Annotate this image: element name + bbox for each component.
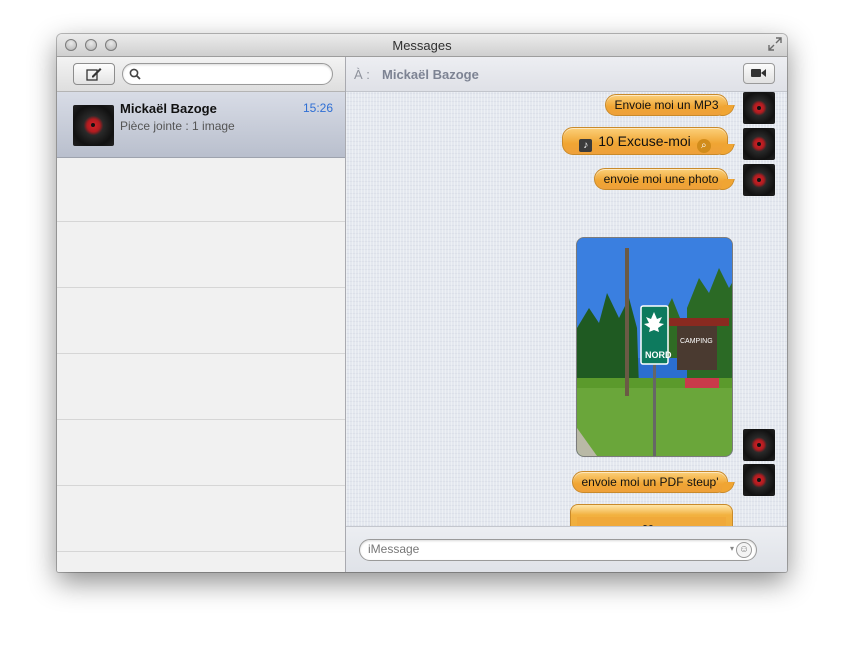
list-divider (57, 485, 345, 486)
conversation-sidebar: Mickaël Bazoge 15:26 Pièce jointe : 1 im… (57, 57, 346, 572)
conversation-time: 15:26 (302, 101, 333, 115)
message-text: Envoie moi un MP3 (614, 98, 719, 112)
pdf-attachment[interactable] (570, 504, 733, 526)
sign-text: CAMPING (680, 338, 713, 345)
message-bubble: envoie moi une photo (594, 168, 728, 190)
conversation-name: Mickaël Bazoge (120, 101, 217, 116)
messages-window: Messages Mickaël Bazoge 15:26 Pièce join… (57, 34, 787, 572)
emoji-icon[interactable]: ☺ (736, 542, 752, 558)
sidebar-toolbar (57, 57, 345, 92)
message-field[interactable]: ▾ ☺ (359, 539, 757, 561)
message-transcript[interactable]: Envoie moi un MP3 ♪ 10 Excuse-moi ⌕ envoie… (346, 92, 787, 526)
conversation-item[interactable]: Mickaël Bazoge 15:26 Pièce jointe : 1 im… (57, 92, 345, 158)
audio-file-name: 10 Excuse-moi (598, 133, 691, 149)
title-bar: Messages (57, 34, 787, 57)
apple-logo-icon (643, 525, 653, 526)
pdf-preview (577, 517, 726, 526)
message-text: envoie moi un PDF steup' (581, 475, 719, 489)
sign-text: NORD (645, 350, 672, 360)
window-title: Messages (392, 38, 452, 53)
list-divider (57, 287, 345, 288)
contact-avatar (743, 92, 775, 124)
compose-button[interactable] (73, 63, 115, 85)
chat-header: À : Mickaël Bazoge (346, 57, 787, 92)
quick-look-icon[interactable]: ⌕ (696, 139, 711, 153)
list-divider (57, 551, 345, 552)
message-input[interactable] (368, 541, 728, 557)
conversation-preview: Pièce jointe : 1 image (120, 119, 235, 133)
list-divider (57, 419, 345, 420)
contact-avatar (743, 128, 775, 160)
contact-avatar (743, 164, 775, 196)
list-divider (57, 221, 345, 222)
video-call-button[interactable] (743, 63, 775, 84)
message-bubble: Envoie moi un MP3 (605, 94, 728, 116)
video-camera-icon (751, 69, 766, 77)
compose-icon (86, 68, 102, 81)
message-bubble: envoie moi un PDF steup' (572, 471, 728, 493)
photo-image: NORD CAMPING (577, 238, 732, 456)
audio-attachment-bubble[interactable]: ♪ 10 Excuse-moi ⌕ (562, 127, 728, 155)
chevron-down-icon[interactable]: ▾ (730, 544, 734, 553)
fullscreen-icon[interactable] (768, 37, 782, 51)
contact-avatar (743, 464, 775, 496)
message-input-bar: ▾ ☺ (346, 526, 787, 572)
search-input[interactable] (122, 63, 333, 85)
image-attachment[interactable]: NORD CAMPING (576, 237, 733, 457)
search-icon (129, 68, 141, 80)
recipient-name[interactable]: Mickaël Bazoge (382, 67, 479, 82)
to-label: À : (354, 67, 370, 82)
list-divider (57, 353, 345, 354)
message-text: envoie moi une photo (603, 172, 719, 186)
contact-avatar (73, 105, 114, 146)
music-note-icon: ♪ (579, 139, 593, 152)
contact-avatar (743, 429, 775, 461)
